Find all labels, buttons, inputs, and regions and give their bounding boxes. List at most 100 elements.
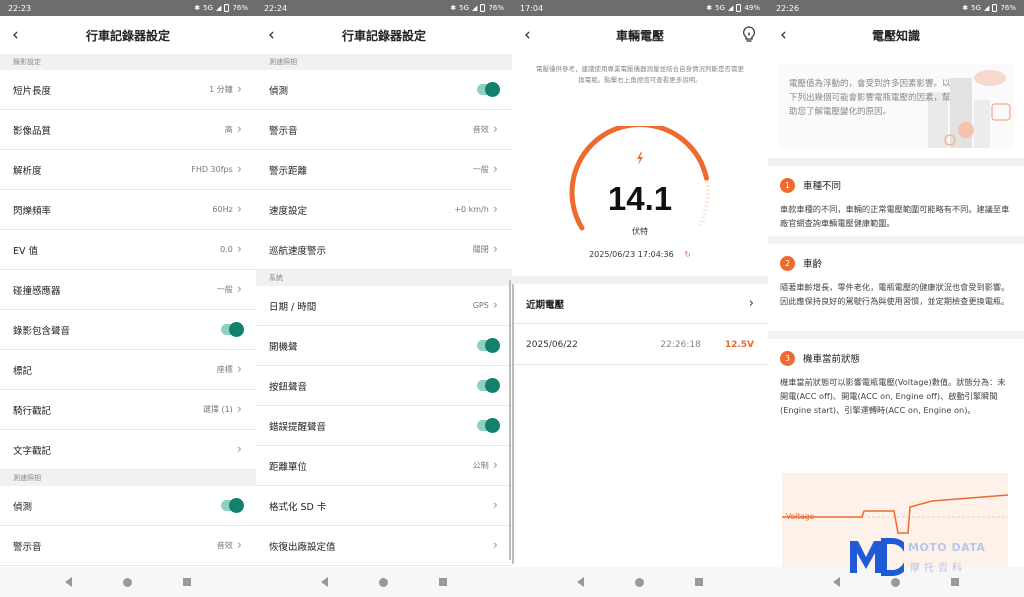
- nav-back-icon[interactable]: [577, 577, 585, 587]
- toggle-switch[interactable]: [221, 498, 244, 513]
- setting-value: 一般: [472, 165, 489, 174]
- status-bar: 17:04 ✱ 5G ◢ 49%: [512, 0, 768, 16]
- nav-recent-icon[interactable]: [182, 578, 191, 586]
- setting-datetime[interactable]: 日期 / 時間 GPS ›: [256, 286, 512, 326]
- recent-voltage-label: 近期電壓: [526, 299, 565, 311]
- setting-label: 解析度: [13, 165, 42, 177]
- toggle-switch[interactable]: [477, 418, 500, 433]
- card-title: 車齡: [803, 259, 823, 270]
- setting-ev[interactable]: EV 值 0.0 ›: [0, 230, 256, 270]
- phone-panel-2: 22:24 ✱ 5G ◢ 76% ‹ 行車記錄器設定 測速照相 偵測 警示音 音效…: [256, 0, 512, 597]
- setting-detect: 偵測: [0, 486, 256, 526]
- card-title: 機車當前狀態: [803, 354, 861, 365]
- signal-icon: ◢: [984, 4, 990, 12]
- battery-level: 76%: [488, 4, 504, 12]
- signal-icon: ◢: [216, 4, 222, 12]
- card-body: 車款車種的不同，車輛的正常電壓範圍可能略有不同。建議至車廠官網查詢車輛電壓健康範…: [780, 204, 1010, 228]
- setting-factory-reset[interactable]: 恢復出廠設定值 ›: [256, 526, 512, 566]
- nav-home-icon[interactable]: [634, 577, 644, 587]
- battery-icon: [992, 4, 998, 12]
- intro-text: 電壓值為浮動的，會受到許多因素影響。以下列出幾個可能會影響電瓶電壓的因素，幫助您…: [789, 79, 951, 117]
- setting-text-stamp[interactable]: 文字戳記 ›: [0, 430, 256, 470]
- back-arrow-icon[interactable]: ‹: [268, 25, 275, 45]
- scrollbar[interactable]: [509, 280, 511, 560]
- chevron-right-icon: ›: [492, 241, 498, 257]
- chevron-right-icon: ›: [236, 161, 242, 177]
- toggle-switch[interactable]: [221, 322, 244, 337]
- card-number: 3: [780, 350, 795, 366]
- nav-recent-icon[interactable]: [694, 578, 703, 586]
- back-arrow-icon[interactable]: ‹: [12, 25, 19, 45]
- setting-label: 恢復出廠設定值: [269, 541, 336, 553]
- status-icons: ✱ 5G ◢ 76%: [194, 4, 248, 12]
- network-label: 5G: [203, 4, 214, 12]
- status-icons: ✱ 5G ◢ 76%: [962, 4, 1016, 12]
- setting-clip-length[interactable]: 短片長度 1 分鐘 ›: [0, 70, 256, 110]
- nav-back-icon[interactable]: [833, 577, 841, 587]
- chevron-right-icon: ›: [236, 281, 242, 297]
- scrollbar[interactable]: [512, 284, 514, 564]
- recent-voltage-header[interactable]: 近期電壓 ›: [512, 284, 768, 324]
- nav-back-icon[interactable]: [65, 577, 73, 587]
- network-label: 5G: [715, 4, 726, 12]
- status-time: 17:04: [520, 3, 544, 13]
- divider: [768, 158, 1024, 166]
- setting-alarm-sound[interactable]: 警示音 音效 ›: [256, 110, 512, 150]
- setting-label: 日期 / 時間: [269, 301, 317, 313]
- card-header: 2 車齡: [780, 252, 1012, 274]
- status-time: 22:23: [8, 3, 32, 13]
- factor-card-1: 1 車種不同 車款車種的不同，車輛的正常電壓範圍可能略有不同。建議至車廠官網查詢…: [768, 166, 1024, 236]
- setting-label: EV 值: [13, 245, 39, 257]
- setting-value: 1 分鐘: [209, 85, 233, 94]
- bolt-icon: [637, 152, 643, 165]
- chevron-right-icon: ›: [236, 537, 242, 553]
- timestamp-text: 2025/06/23 17:04:36: [589, 250, 674, 259]
- setting-value: 公制: [472, 461, 489, 470]
- nav-recent-icon[interactable]: [950, 578, 959, 586]
- setting-label: 碰撞感應器: [13, 285, 61, 297]
- chevron-right-icon: ›: [236, 81, 242, 97]
- back-arrow-icon[interactable]: ‹: [524, 25, 531, 45]
- app-bar: ‹ 車輛電壓: [512, 16, 768, 54]
- setting-flicker[interactable]: 閃爍頻率 60Hz ›: [0, 190, 256, 230]
- setting-label: 錯誤提醒聲音: [269, 421, 327, 433]
- setting-detect: 偵測: [256, 70, 512, 110]
- setting-resolution[interactable]: 解析度 FHD 30fps ›: [0, 150, 256, 190]
- status-time: 22:24: [264, 3, 288, 13]
- setting-format-sd[interactable]: 格式化 SD 卡 ›: [256, 486, 512, 526]
- factor-card-3: 3 機車當前狀態 機車當前狀態可以影響電瓶電壓(Voltage)數值。狀態分為：…: [768, 339, 1024, 417]
- setting-ride-stamp[interactable]: 騎行戳記 選擇 (1) ›: [0, 390, 256, 430]
- chevron-right-icon: ›: [492, 161, 498, 177]
- setting-video-quality[interactable]: 影像品質 高 ›: [0, 110, 256, 150]
- page-title: 車輛電壓: [615, 28, 664, 43]
- phone-panel-3: 17:04 ✱ 5G ◢ 49% ‹ 車輛電壓 電壓僅供參考，建議使用專業電壓儀…: [512, 0, 768, 597]
- nav-home-icon[interactable]: [890, 577, 900, 587]
- nav-back-icon[interactable]: [321, 577, 329, 587]
- setting-speed[interactable]: 速度設定 +0 km/h ›: [256, 190, 512, 230]
- setting-mark[interactable]: 標記 座標 ›: [0, 350, 256, 390]
- setting-value: FHD 30fps: [191, 165, 233, 174]
- toggle-switch[interactable]: [477, 82, 500, 97]
- setting-collision-sensor[interactable]: 碰撞感應器 一般 ›: [0, 270, 256, 310]
- back-arrow-icon[interactable]: ‹: [780, 25, 787, 45]
- disclaimer-note: 電壓僅供參考，建議使用專業電壓儀器測量並結合自身情況判斷是否需更換電瓶。點擊右上…: [536, 65, 744, 84]
- refresh-icon[interactable]: ↻: [684, 250, 691, 259]
- voltage-value: 14.1: [607, 180, 673, 217]
- setting-alarm-distance[interactable]: 警示距離 一般 ›: [256, 150, 512, 190]
- nav-recent-icon[interactable]: [438, 578, 447, 586]
- divider: [768, 331, 1024, 339]
- signal-icon: ◢: [728, 4, 734, 12]
- nav-home-icon[interactable]: [122, 577, 132, 587]
- lightbulb-icon[interactable]: [742, 26, 756, 48]
- toggle-switch[interactable]: [477, 338, 500, 353]
- system-nav-bar: [512, 567, 768, 597]
- bluetooth-icon: ✱: [706, 4, 713, 12]
- setting-cruise-alert[interactable]: 巡航速度警示 關閉 ›: [256, 230, 512, 270]
- toggle-switch[interactable]: [477, 378, 500, 393]
- setting-alarm-sound[interactable]: 警示音 音效 ›: [0, 526, 256, 566]
- setting-distance-unit[interactable]: 距離單位 公制 ›: [256, 446, 512, 486]
- setting-label: 錄影包含聲音: [13, 325, 71, 337]
- setting-boot-sound: 開機聲: [256, 326, 512, 366]
- bluetooth-icon: ✱: [194, 4, 201, 12]
- nav-home-icon[interactable]: [378, 577, 388, 587]
